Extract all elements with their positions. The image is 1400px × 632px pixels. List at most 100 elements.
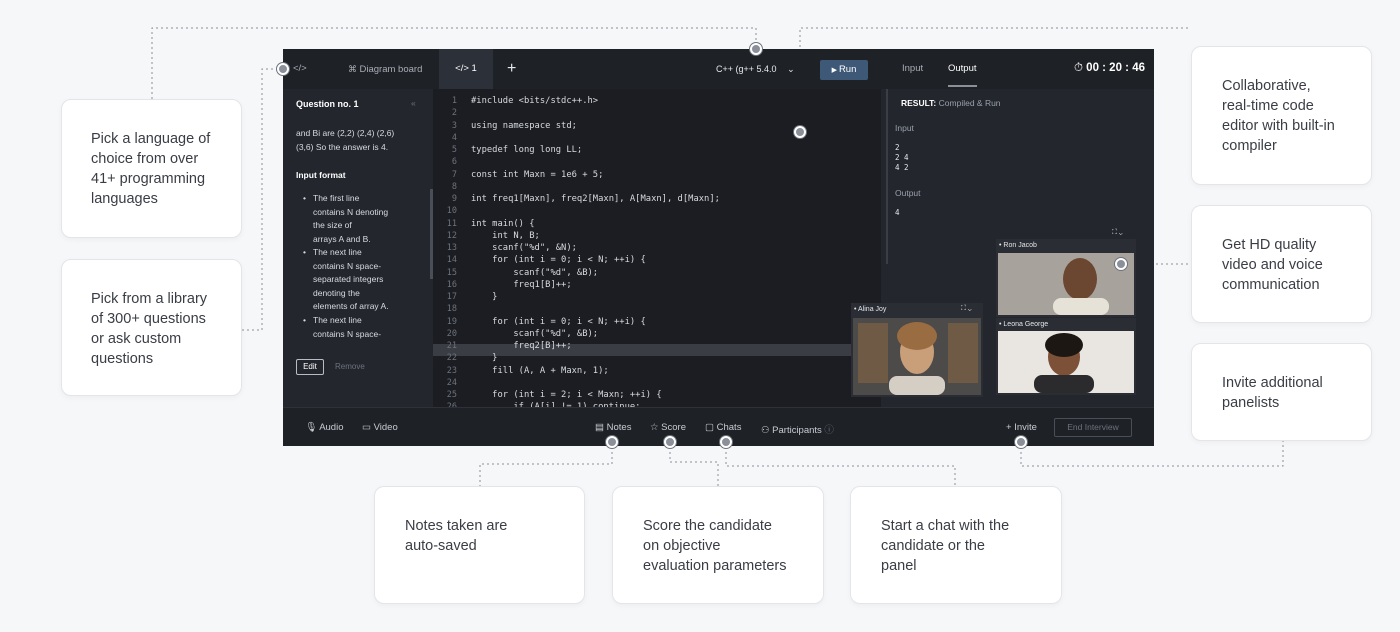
score-label: Score	[661, 422, 686, 433]
line-number: 1	[451, 96, 457, 106]
card-text: candidate or the	[881, 538, 985, 554]
result-label: RESULT:	[901, 98, 937, 108]
language-select-value: C++ (g++ 5.4.0	[716, 64, 777, 74]
chat-icon: ▢	[705, 422, 717, 433]
remove-button[interactable]: Remove	[335, 362, 365, 371]
ide-topbar: </> ⌘ Diagram board </> 1 + C++ (g++ 5.4…	[283, 49, 1154, 89]
expand-icon[interactable]: ⛶ ⌄	[961, 305, 972, 313]
tab-code-1[interactable]: </> 1	[439, 49, 493, 89]
video-feed	[998, 253, 1134, 315]
card-text: of 300+ questions	[91, 311, 206, 327]
card-text: real-time code	[1222, 98, 1314, 114]
video-tile-alina[interactable]: • Alina Joy ⛶ ⌄	[851, 303, 983, 397]
chats-button[interactable]: ▢ Chats	[705, 422, 741, 433]
participants-label: Participants	[772, 425, 822, 436]
language-select[interactable]: C++ (g++ 5.4.0 ⌄	[716, 49, 795, 89]
person-image	[998, 331, 1134, 393]
video-button[interactable]: ▭ Video	[362, 422, 398, 433]
bullet-2: • The next line contains N space- separa…	[303, 246, 389, 314]
question-title: Question no. 1	[296, 99, 359, 109]
code-line: for (int i = 0; i < N; ++i) {	[471, 255, 646, 266]
input-value: 4 2	[895, 163, 909, 172]
video-tile-ron[interactable]: • Ron Jacob ⛶ ⌄	[996, 229, 1136, 317]
connector-dot	[606, 436, 618, 448]
card-library: Pick from a library of 300+ questions or…	[61, 259, 242, 396]
participants-button[interactable]: ⚇ Participants ⓘ	[761, 422, 834, 436]
card-text: Get HD quality	[1222, 237, 1317, 253]
card-text: Score the candidate	[643, 518, 772, 534]
card-chat: Start a chat with the candidate or the p…	[850, 486, 1062, 604]
card-text: Pick a language of	[91, 131, 211, 147]
tab-output[interactable]: Output	[948, 49, 977, 87]
interview-timer: ⏱ 00 : 20 : 46	[1074, 62, 1145, 75]
code-line: scanf("%d", &N);	[471, 243, 577, 253]
notes-icon: ▤	[595, 422, 607, 433]
collapse-icon[interactable]: «	[411, 97, 416, 111]
bullet-line: contains N space-	[313, 260, 382, 271]
line-number: 16	[446, 279, 457, 290]
card-text: evaluation parameters	[643, 558, 787, 574]
line-number: 6	[451, 157, 457, 168]
person-image	[853, 318, 981, 395]
code-line: for (int i = 0; i < N; ++i) {	[471, 316, 646, 327]
mic-icon: 🎙︎	[305, 422, 320, 433]
input-value: 2 4	[895, 153, 909, 162]
add-tab-button[interactable]: +	[507, 49, 516, 89]
code-editor[interactable]: 1 #include <bits/stdc++.h> 2 3 using namespa…	[433, 89, 881, 407]
invite-button[interactable]: + Invite	[1006, 422, 1037, 433]
result-line: RESULT: Compiled & Run	[901, 98, 1001, 108]
notes-label: Notes	[606, 422, 632, 433]
output-label: Output	[895, 188, 921, 198]
result-status: Compiled & Run	[938, 98, 1001, 108]
question-line: and Bi are (2,2) (2,4) (2,6)	[296, 128, 395, 138]
tab-code-icon[interactable]: </>	[293, 49, 307, 89]
edit-button[interactable]: Edit	[296, 359, 324, 375]
bullet-line: arrays A and B.	[313, 233, 371, 244]
line-number: 23	[446, 365, 457, 376]
expand-icon[interactable]: ⛶ ⌄	[1112, 229, 1123, 237]
video-feed	[853, 318, 981, 395]
card-text: Pick from a library	[91, 291, 208, 307]
panel-divider	[886, 89, 888, 264]
audio-label: Audio	[319, 422, 344, 433]
audio-button[interactable]: 🎙︎ Audio	[305, 422, 344, 433]
card-editor: Collaborative, real-time code editor wit…	[1191, 46, 1372, 185]
bullet-3: • The next line contains N space-	[303, 314, 381, 341]
line-number: 2	[451, 108, 457, 119]
line-number: 8	[451, 181, 457, 192]
score-button[interactable]: ☆ Score	[650, 422, 686, 433]
line-number: 19	[446, 316, 457, 327]
participant-name: Ron Jacob	[1003, 242, 1037, 249]
notes-button[interactable]: ▤ Notes	[595, 422, 631, 433]
code-line: int freq1[Maxn], freq2[Maxn], A[Maxn], d…	[471, 194, 720, 204]
line-number: 12	[446, 230, 457, 241]
end-interview-button[interactable]: End Interview	[1054, 418, 1132, 437]
run-button[interactable]: ▶ Run	[820, 60, 868, 80]
code-line: for (int i = 2; i < Maxn; ++i) {	[471, 390, 662, 400]
code-line: int N, B;	[471, 230, 540, 241]
input-format-heading: Input format	[296, 170, 346, 180]
video-name: • Alina Joy	[854, 306, 886, 313]
line-number: 7	[451, 169, 457, 180]
code-line: freq2[B]++;	[471, 341, 572, 351]
card-text: Collaborative,	[1222, 78, 1311, 94]
line-number: 13	[446, 243, 457, 253]
card-text: on objective	[643, 538, 721, 554]
bullet-dot: •	[303, 247, 306, 257]
bullet-line: elements of array A.	[313, 301, 389, 311]
tab-diagram-board[interactable]: ⌘ Diagram board	[348, 49, 422, 89]
chevron-down-icon: ⌄	[787, 64, 795, 74]
line-number: 21	[446, 341, 457, 351]
line-number: 14	[446, 255, 457, 266]
video-tile-leona[interactable]: • Leona George	[996, 318, 1136, 395]
video-off-icon: ▭	[362, 422, 374, 433]
card-text: or ask custom	[91, 331, 182, 347]
line-number: 24	[446, 377, 457, 388]
bullet-line: The first line	[313, 193, 360, 203]
input-label: Input	[895, 123, 914, 133]
video-name: • Leona George	[999, 321, 1048, 328]
tab-input[interactable]: Input	[902, 49, 923, 89]
card-language: Pick a language of choice from over 41+ …	[61, 99, 242, 238]
card-text: auto-saved	[405, 538, 477, 554]
play-icon: ▶	[831, 67, 839, 74]
